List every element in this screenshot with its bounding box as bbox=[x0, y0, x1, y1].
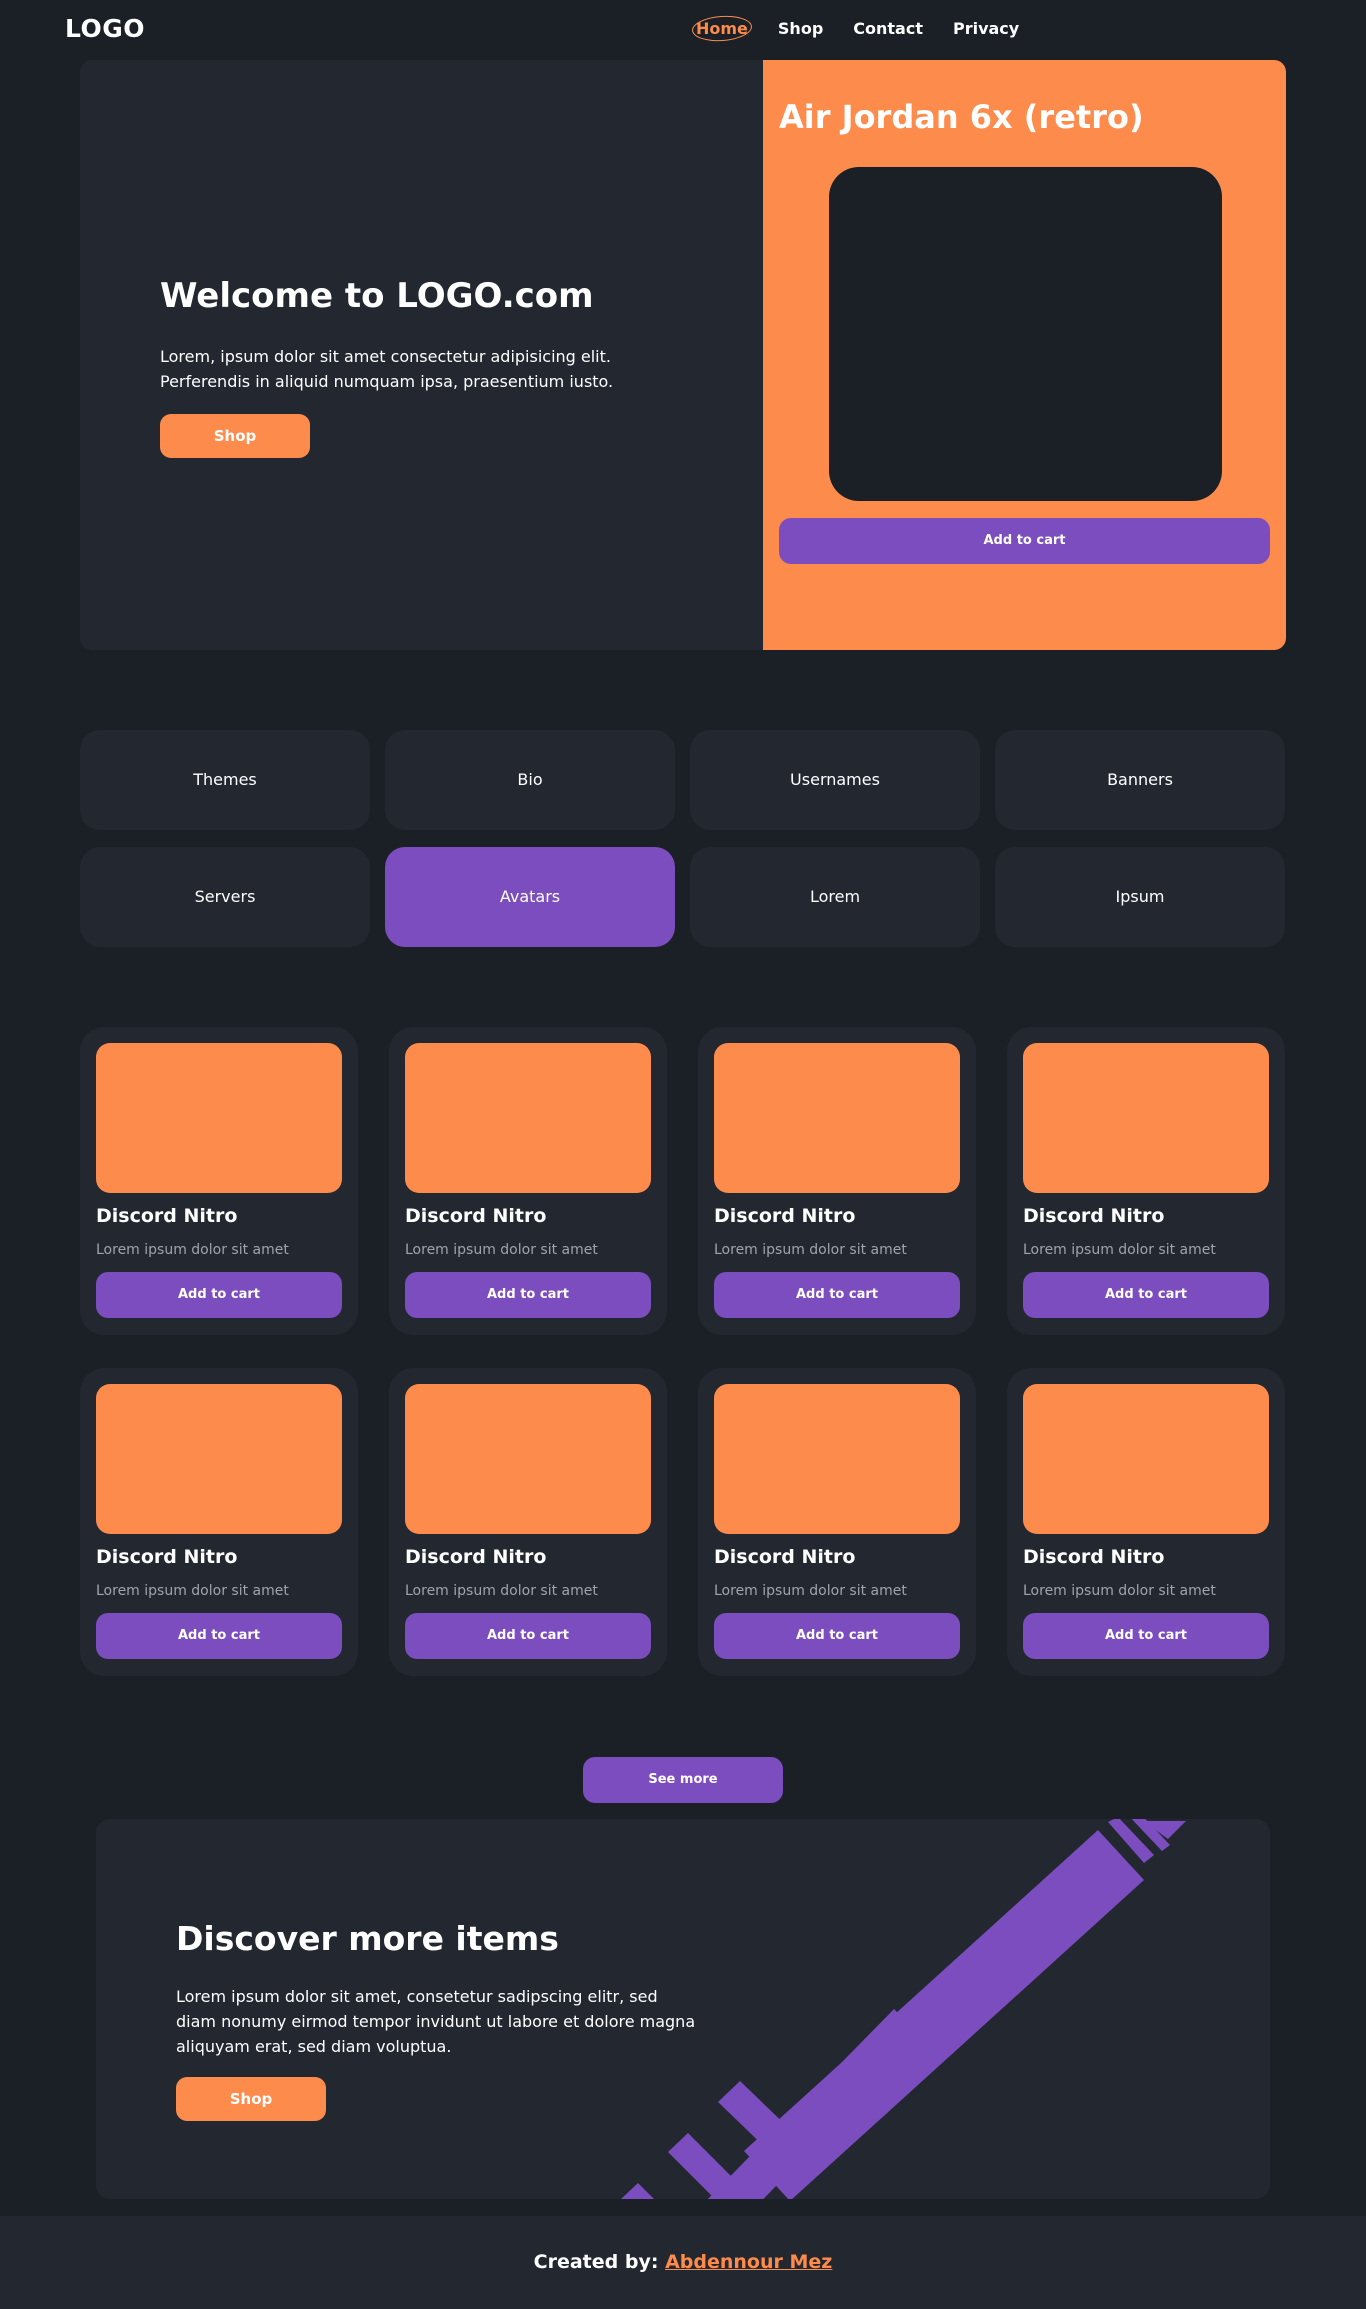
crayon-stripe-2 bbox=[668, 2133, 744, 2199]
product-image bbox=[96, 1384, 342, 1534]
discover-title: Discover more items bbox=[176, 1919, 559, 1958]
category-servers[interactable]: Servers bbox=[80, 847, 370, 947]
product-card: Discord Nitro Lorem ipsum dolor sit amet… bbox=[698, 1368, 976, 1676]
nav-link-privacy[interactable]: Privacy bbox=[953, 19, 1019, 38]
discover-content: Discover more items Lorem ipsum dolor si… bbox=[176, 1919, 696, 2121]
footer-author-link[interactable]: Abdennour Mez bbox=[665, 2251, 832, 2273]
add-to-cart-button[interactable]: Add to cart bbox=[405, 1613, 651, 1659]
product-card: Discord Nitro Lorem ipsum dolor sit amet… bbox=[1007, 1027, 1285, 1335]
product-title: Discord Nitro bbox=[405, 1546, 547, 1568]
add-to-cart-button[interactable]: Add to cart bbox=[1023, 1272, 1269, 1318]
featured-product-title: Air Jordan 6x (retro) bbox=[779, 98, 1144, 136]
hero-shop-button[interactable]: Shop bbox=[160, 414, 310, 458]
hero-text: Lorem, ipsum dolor sit amet consectetur … bbox=[160, 347, 614, 391]
product-card: Discord Nitro Lorem ipsum dolor sit amet… bbox=[698, 1027, 976, 1335]
product-description: Lorem ipsum dolor sit amet bbox=[714, 1583, 907, 1599]
product-title: Discord Nitro bbox=[96, 1205, 238, 1227]
add-to-cart-button[interactable]: Add to cart bbox=[96, 1272, 342, 1318]
crayon-stripe-3 bbox=[621, 2183, 654, 2199]
nav-links: Home Shop Contact Privacy bbox=[696, 19, 1049, 38]
category-avatars[interactable]: Avatars bbox=[385, 847, 675, 947]
product-image bbox=[1023, 1043, 1269, 1193]
featured-product: Air Jordan 6x (retro) Add to cart bbox=[763, 60, 1286, 650]
product-description: Lorem ipsum dolor sit amet bbox=[96, 1583, 289, 1599]
category-banners[interactable]: Banners bbox=[995, 730, 1285, 830]
add-to-cart-button[interactable]: Add to cart bbox=[1023, 1613, 1269, 1659]
discover-shop-button[interactable]: Shop bbox=[176, 2077, 326, 2121]
hero-title: Welcome to LOGO.com bbox=[160, 276, 594, 316]
product-image bbox=[405, 1043, 651, 1193]
product-title: Discord Nitro bbox=[714, 1546, 856, 1568]
category-themes[interactable]: Themes bbox=[80, 730, 370, 830]
see-more-button[interactable]: See more bbox=[583, 1757, 783, 1803]
product-title: Discord Nitro bbox=[1023, 1205, 1165, 1227]
add-to-cart-button[interactable]: Add to cart bbox=[714, 1613, 960, 1659]
product-description: Lorem ipsum dolor sit amet bbox=[1023, 1583, 1216, 1599]
product-card: Discord Nitro Lorem ipsum dolor sit amet… bbox=[1007, 1368, 1285, 1676]
category-grid: Themes Bio Usernames Banners Servers Ava… bbox=[80, 730, 1286, 947]
product-card: Discord Nitro Lorem ipsum dolor sit amet… bbox=[389, 1368, 667, 1676]
crayon-body-main bbox=[744, 1830, 1144, 2199]
hero-content: Welcome to LOGO.com Lorem, ipsum dolor s… bbox=[160, 276, 680, 458]
product-card: Discord Nitro Lorem ipsum dolor sit amet… bbox=[80, 1027, 358, 1335]
nav-link-contact[interactable]: Contact bbox=[853, 19, 923, 38]
product-description: Lorem ipsum dolor sit amet bbox=[1023, 1242, 1216, 1258]
product-title: Discord Nitro bbox=[96, 1546, 238, 1568]
product-title: Discord Nitro bbox=[714, 1205, 856, 1227]
nav-link-shop[interactable]: Shop bbox=[778, 19, 823, 38]
discover-section: Discover more items Lorem ipsum dolor si… bbox=[96, 1819, 1270, 2199]
product-card: Discord Nitro Lorem ipsum dolor sit amet… bbox=[389, 1027, 667, 1335]
category-ipsum[interactable]: Ipsum bbox=[995, 847, 1285, 947]
add-to-cart-button[interactable]: Add to cart bbox=[405, 1272, 651, 1318]
product-description: Lorem ipsum dolor sit amet bbox=[714, 1242, 907, 1258]
featured-add-to-cart-button[interactable]: Add to cart bbox=[779, 518, 1270, 564]
product-description: Lorem ipsum dolor sit amet bbox=[405, 1242, 598, 1258]
category-usernames[interactable]: Usernames bbox=[690, 730, 980, 830]
product-description: Lorem ipsum dolor sit amet bbox=[96, 1242, 289, 1258]
category-lorem[interactable]: Lorem bbox=[690, 847, 980, 947]
discover-text: Lorem ipsum dolor sit amet, consetetur s… bbox=[176, 1987, 696, 2056]
footer-prefix: Created by: bbox=[533, 2251, 666, 2273]
add-to-cart-button[interactable]: Add to cart bbox=[714, 1272, 960, 1318]
navbar: LOGO Home Shop Contact Privacy bbox=[0, 0, 1366, 60]
footer: Created by: Abdennour Mez bbox=[0, 2216, 1366, 2309]
category-bio[interactable]: Bio bbox=[385, 730, 675, 830]
product-grid: Discord Nitro Lorem ipsum dolor sit amet… bbox=[80, 1027, 1286, 1676]
product-card: Discord Nitro Lorem ipsum dolor sit amet… bbox=[80, 1368, 358, 1676]
add-to-cart-button[interactable]: Add to cart bbox=[96, 1613, 342, 1659]
product-image bbox=[714, 1043, 960, 1193]
featured-product-image bbox=[829, 167, 1222, 501]
product-image bbox=[405, 1384, 651, 1534]
hero-section: Welcome to LOGO.com Lorem, ipsum dolor s… bbox=[80, 60, 1286, 650]
product-title: Discord Nitro bbox=[405, 1205, 547, 1227]
product-image bbox=[96, 1043, 342, 1193]
product-title: Discord Nitro bbox=[1023, 1546, 1165, 1568]
product-image bbox=[1023, 1384, 1269, 1534]
logo[interactable]: LOGO bbox=[65, 14, 145, 43]
product-description: Lorem ipsum dolor sit amet bbox=[405, 1583, 598, 1599]
product-image bbox=[714, 1384, 960, 1534]
nav-link-home[interactable]: Home bbox=[696, 19, 748, 38]
